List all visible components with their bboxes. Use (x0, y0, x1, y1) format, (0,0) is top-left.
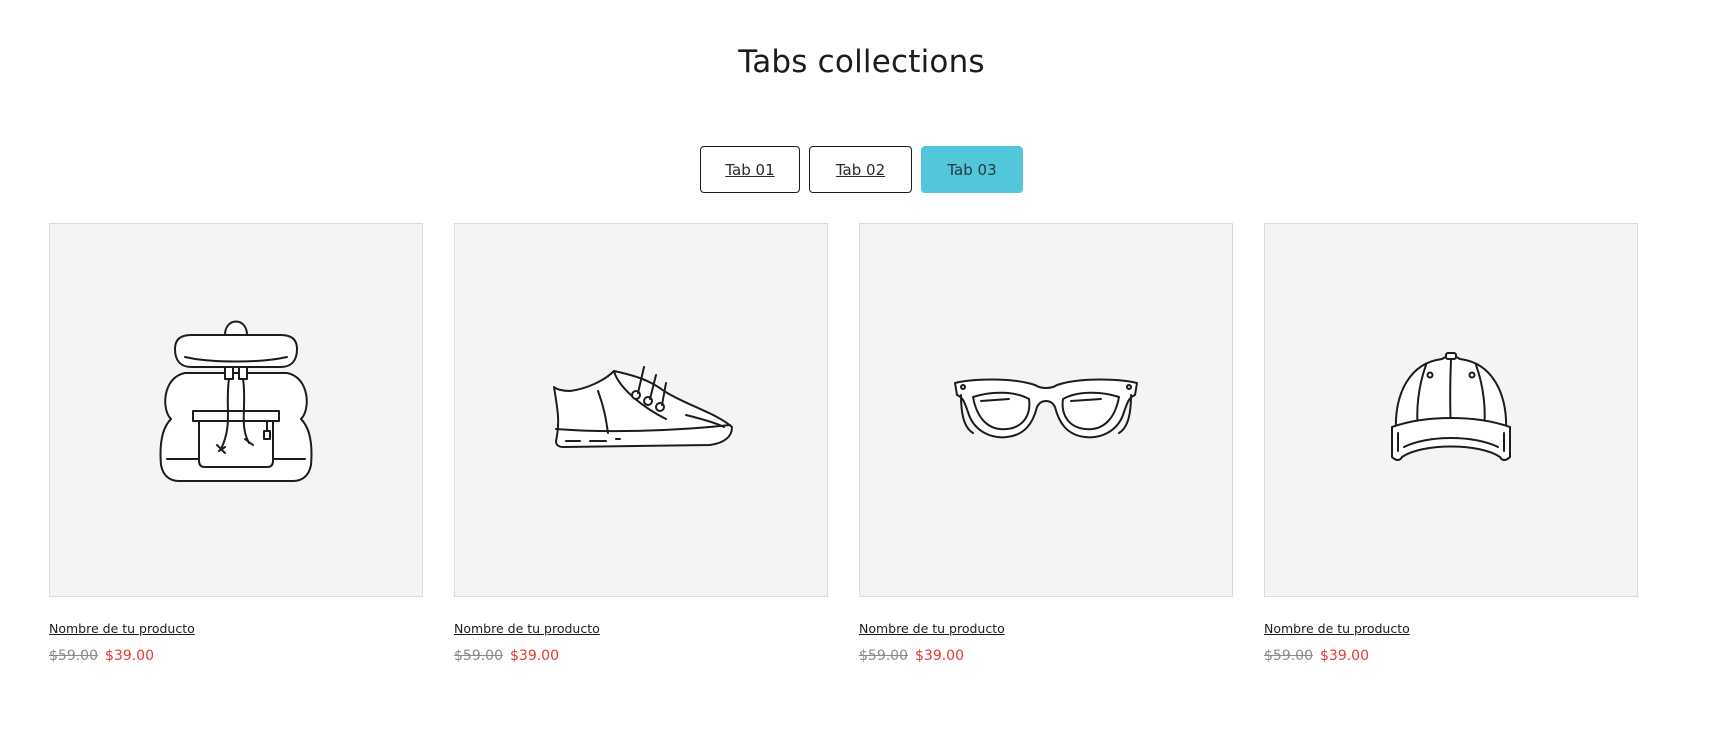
compare-price: $59.00 (49, 648, 98, 664)
product-card: Nombre de tu producto $59.00 $39.00 (49, 223, 423, 664)
cap-icon (1391, 352, 1511, 461)
tab-02[interactable]: Tab 02 (809, 146, 912, 193)
compare-price: $59.00 (454, 648, 503, 664)
product-image-link[interactable] (49, 223, 423, 597)
tab-03[interactable]: Tab 03 (921, 146, 1023, 193)
sneaker-icon (553, 366, 733, 448)
product-title-link[interactable]: Nombre de tu producto (454, 621, 600, 636)
sale-price: $39.00 (105, 648, 154, 664)
product-price: $59.00 $39.00 (49, 648, 423, 664)
sunglasses-icon (954, 378, 1138, 439)
product-price: $59.00 $39.00 (454, 648, 828, 664)
product-image-link[interactable] (1264, 223, 1638, 597)
product-title-link[interactable]: Nombre de tu producto (859, 621, 1005, 636)
product-card: Nombre de tu producto $59.00 $39.00 (1264, 223, 1638, 664)
tab-01[interactable]: Tab 01 (700, 146, 800, 193)
product-card: Nombre de tu producto $59.00 $39.00 (859, 223, 1233, 664)
compare-price: $59.00 (859, 648, 908, 664)
backpack-icon (159, 320, 313, 482)
product-title-link[interactable]: Nombre de tu producto (1264, 621, 1410, 636)
sale-price: $39.00 (510, 648, 559, 664)
product-image-link[interactable] (454, 223, 828, 597)
compare-price: $59.00 (1264, 648, 1313, 664)
product-price: $59.00 $39.00 (1264, 648, 1638, 664)
section-title: Tabs collections (738, 44, 985, 80)
product-card: Nombre de tu producto $59.00 $39.00 (454, 223, 828, 664)
product-image-link[interactable] (859, 223, 1233, 597)
sale-price: $39.00 (915, 648, 964, 664)
product-grid: Nombre de tu producto $59.00 $39.00 Nomb… (49, 223, 1638, 664)
product-title-link[interactable]: Nombre de tu producto (49, 621, 195, 636)
sale-price: $39.00 (1320, 648, 1369, 664)
product-price: $59.00 $39.00 (859, 648, 1233, 664)
collection-tabs: Tab 01 Tab 02 Tab 03 (0, 146, 1723, 193)
